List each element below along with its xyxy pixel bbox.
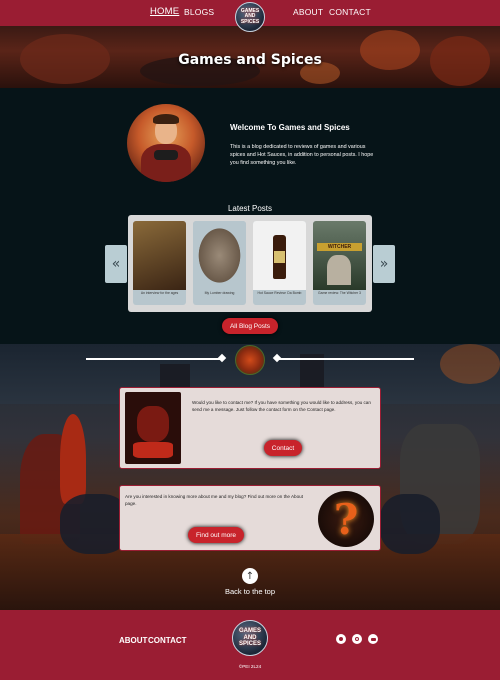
facebook-icon[interactable] (336, 634, 346, 644)
carousel-prev-button[interactable]: « (105, 245, 127, 283)
instagram-icon[interactable] (352, 634, 362, 644)
latest-posts-title: Latest Posts (227, 204, 273, 213)
divider-right (278, 358, 414, 360)
chevron-left-icon: « (111, 256, 121, 272)
site-logo[interactable]: GAMES AND SPICES (235, 2, 265, 32)
posts-carousel: An interview for the ages My Lumber draw… (128, 215, 372, 312)
post-caption: An interview for the ages (140, 291, 179, 295)
welcome-text: This is a blog dedicated to reviews of g… (230, 144, 374, 166)
divider-left (86, 358, 222, 360)
logo-lettering: GAMES AND SPICES (240, 7, 260, 25)
back-to-top-link[interactable]: Back to the top (0, 587, 500, 596)
nav-about-link[interactable]: ABOUT (293, 7, 323, 17)
copyright-text: ©PEI 2L24 (238, 664, 262, 669)
post-thumbnail: WITCHER (313, 221, 366, 290)
logo-lettering: GAMES AND SPICES (238, 628, 261, 648)
chevron-right-icon: » (379, 256, 389, 272)
post-caption: Game review: The Witcher 3 (318, 291, 361, 295)
post-card[interactable]: Hot Sauce Review: Da Bomb (253, 221, 306, 305)
post-caption: My Lumber drawing (204, 291, 235, 295)
all-blog-posts-button[interactable]: All Blog Posts (222, 318, 278, 334)
post-thumbnail (193, 221, 246, 290)
nav-blogs-link[interactable]: BLOGS (184, 7, 214, 17)
post-thumbnail (133, 221, 186, 290)
post-caption: Hot Sauce Review: Da Bomb (257, 291, 302, 295)
question-mark-image: ? (318, 491, 374, 547)
chili-emblem (235, 345, 265, 375)
about-text: Are you interested in knowing more about… (125, 494, 303, 506)
footer-about-link[interactable]: ABOUT (119, 636, 147, 645)
footer-logo[interactable]: GAMES AND SPICES (232, 620, 268, 656)
post-card[interactable]: An interview for the ages (133, 221, 186, 305)
youtube-icon[interactable] (368, 634, 378, 644)
hero-banner: Games and Spices (0, 26, 500, 88)
welcome-title: Welcome To Games and Spices (230, 123, 350, 132)
post-card[interactable]: My Lumber drawing (193, 221, 246, 305)
arrow-up-icon[interactable]: ↑ (242, 568, 258, 584)
find-out-more-button[interactable]: Find out more (188, 527, 244, 543)
nav-contact-link[interactable]: CONTACT (329, 7, 371, 17)
footer-contact-link[interactable]: CONTACT (148, 636, 187, 645)
nav-home-link[interactable]: HOME (150, 6, 179, 17)
post-card[interactable]: WITCHER Game review: The Witcher 3 (313, 221, 366, 305)
carousel-next-button[interactable]: » (373, 245, 395, 283)
hero-title: Games and Spices (178, 52, 322, 68)
contact-text: Would you like to contact me? If you hav… (192, 400, 371, 412)
contact-phone-image (125, 392, 181, 464)
post-thumbnail (253, 221, 306, 290)
author-portrait (127, 104, 205, 182)
contact-button[interactable]: Contact (264, 440, 302, 456)
